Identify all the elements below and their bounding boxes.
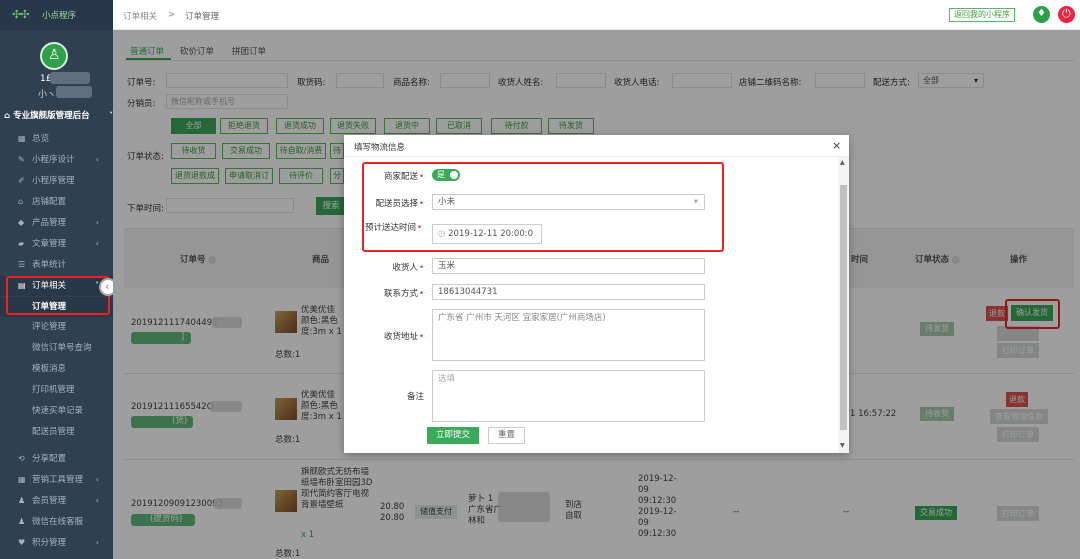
home-icon: ⌂: [18, 197, 24, 206]
user-icon: ♟: [18, 496, 26, 505]
wrench-icon: ✐: [18, 176, 25, 185]
top-bar: 订单相关 > 订单管理 返回我的小程序 ♦ ⏻: [113, 0, 1080, 30]
user-name: 小ヽ: [38, 90, 57, 100]
sidebar-item-articles[interactable]: ▰ 文章管理 ‹: [0, 234, 113, 254]
sidebar-item-share-config[interactable]: ⟲ 分享配置: [0, 449, 113, 469]
receiver-label: 收货人•: [392, 263, 424, 273]
share-icon: ⟲: [18, 454, 25, 463]
sidebar-item-printer[interactable]: 打印机管理: [0, 380, 113, 400]
breadcrumb-parent[interactable]: 订单相关: [123, 10, 157, 22]
highlight-delivery-fields: [362, 162, 724, 252]
remark-textarea[interactable]: 选填: [432, 370, 705, 422]
remark-label: 备注: [406, 392, 424, 402]
modal-title: 填写物流信息: [354, 143, 406, 153]
address-textarea[interactable]: 广东省 广州市 天河区 宜家家居(广州商场店): [432, 309, 705, 361]
sidebar-item-template-msg[interactable]: 模板消息: [0, 359, 113, 379]
submit-button[interactable]: 立即提交: [427, 427, 479, 444]
scrollbar-thumb[interactable]: [840, 185, 847, 430]
grid-icon: ▦: [18, 134, 26, 143]
contact-input[interactable]: 18613044731: [432, 284, 705, 300]
sidebar-item-miniapp-manage[interactable]: ✐ 小程序管理: [0, 171, 113, 191]
sidebar-item-overview[interactable]: ▦ 总览: [0, 129, 113, 149]
modal-scrollbar[interactable]: ▲ ▼: [838, 157, 849, 453]
highlight-sidebar-orders: [6, 276, 110, 315]
sidebar-item-miniapp-design[interactable]: ✎ 小程序设计 ‹: [0, 150, 113, 170]
logo-icon: ✣✣: [12, 8, 29, 21]
sidebar-item-products[interactable]: ◆ 产品管理 ‹: [0, 213, 113, 233]
chevron-left-icon: ‹: [95, 218, 99, 227]
logo-text: 小点程序: [42, 11, 77, 21]
chevron-left-icon: ‹: [95, 239, 99, 248]
reset-button[interactable]: 重置: [488, 427, 525, 444]
folder-icon: ▰: [18, 239, 25, 248]
chevron-left-icon: ‹: [95, 475, 99, 484]
sidebar-item-wechat-order-query[interactable]: 微信订单号查询: [0, 338, 113, 358]
user-icon: ♟: [18, 517, 26, 526]
breadcrumb-current: 订单管理: [185, 12, 220, 22]
contact-label: 联系方式•: [383, 289, 424, 299]
sidebar-item-courier-manage[interactable]: 配送员管理: [0, 422, 113, 442]
sidebar-item-comments[interactable]: 评论管理: [0, 317, 113, 337]
return-miniapp-link[interactable]: 返回我的小程序: [949, 8, 1015, 22]
pencil-icon: ✎: [18, 155, 25, 164]
receiver-input[interactable]: 玉米: [432, 258, 705, 274]
chevron-left-icon: ‹: [95, 496, 99, 505]
user-icon: ♙: [48, 47, 61, 63]
sidebar-section-title[interactable]: ⌂ 专业旗舰版管理后台 ˅: [0, 106, 113, 126]
sidebar-item-store-config[interactable]: ⌂ 店铺配置: [0, 192, 113, 212]
power-icon[interactable]: ⏻: [1058, 6, 1075, 23]
home-icon: ⌂: [4, 111, 11, 121]
tag-icon: ◆: [18, 218, 25, 227]
list-icon: ☰: [18, 260, 26, 269]
sidebar-item-members[interactable]: ♟ 会员管理 ‹: [0, 491, 113, 511]
sidebar-item-points[interactable]: ♥ 积分管理 ‹: [0, 533, 113, 553]
grid-icon: ▦: [18, 475, 26, 484]
sidebar-item-online-service[interactable]: ♟ 微信在线客服: [0, 512, 113, 532]
close-icon[interactable]: ×: [832, 139, 841, 152]
modal-header: [344, 135, 849, 157]
sidebar-item-quick-pay[interactable]: 快速买单记录: [0, 401, 113, 421]
chevron-left-icon: ‹: [105, 280, 110, 293]
chevron-left-icon: ‹: [95, 538, 99, 547]
notification-icon[interactable]: ♦: [1033, 6, 1050, 23]
scroll-down-icon[interactable]: ▼: [840, 442, 845, 449]
avatar[interactable]: ♙: [40, 42, 68, 70]
address-label: 收货地址•: [383, 332, 424, 342]
sidebar-item-form-stats[interactable]: ☰ 表单统计: [0, 255, 113, 275]
heart-icon: ♥: [18, 538, 26, 547]
chevron-left-icon: ‹: [95, 155, 99, 164]
sidebar-item-marketing[interactable]: ▦ 营销工具管理 ‹: [0, 470, 113, 490]
scroll-up-icon[interactable]: ▲: [840, 159, 845, 166]
breadcrumb-separator: >: [168, 10, 176, 20]
app-logo[interactable]: ✣✣ 小点程序: [0, 0, 113, 30]
